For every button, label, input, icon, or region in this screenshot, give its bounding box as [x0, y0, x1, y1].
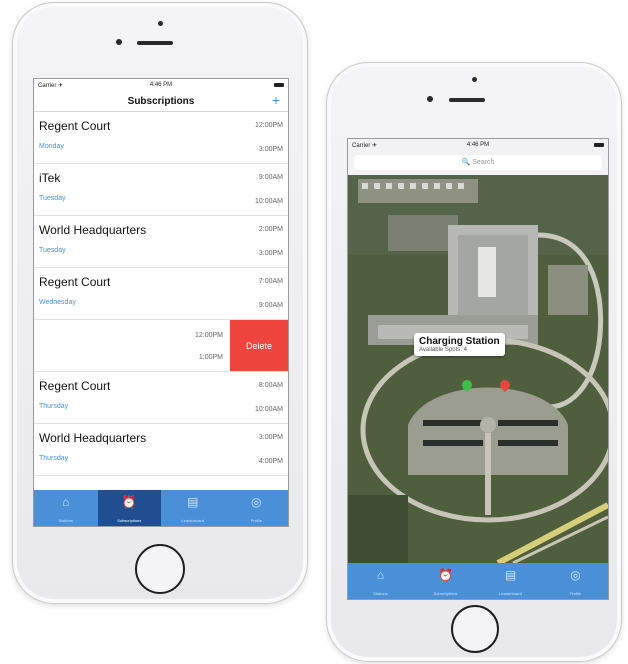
tab-leaderboard[interactable]: ▤ Leaderboard [161, 490, 225, 526]
status-time: 4:46 PM [466, 142, 490, 148]
row-title: World Headquarters [39, 223, 147, 237]
tab-label: Leaderboard [181, 518, 205, 523]
front-camera [427, 96, 433, 102]
status-bar: Carrier ✈ 4:46 PM [348, 139, 608, 151]
earpiece-speaker [137, 41, 173, 45]
delete-button[interactable]: Delete [230, 320, 288, 371]
tab-label: Profile [569, 591, 582, 596]
row-title: Regent Court [39, 119, 111, 133]
charging-station-callout[interactable]: Charging Station Available Spots: 4 [414, 333, 505, 356]
tab-bar: ⌂ Stations ⏰ Subscriptions ▤ Leaderboard… [348, 563, 608, 599]
tab-subscriptions[interactable]: ⏰ Subscriptions [97, 490, 161, 526]
subscriptions-screen: Carrier ✈ 4:46 PM Subscriptions + Regent… [33, 78, 289, 527]
tab-profile[interactable]: ◎ Profile [543, 563, 608, 599]
row-start-time: 3:00PM [258, 434, 283, 441]
row-end-time: 1:00PM [198, 354, 223, 361]
status-time: 4:46 PM [149, 82, 173, 88]
tab-label: Stations [373, 591, 388, 596]
row-end-time: 9:00AM [258, 302, 283, 309]
row-title: World Headquarters [39, 431, 147, 445]
tab-leaderboard[interactable]: ▤ Leaderboard [478, 563, 543, 599]
table-row[interactable]: Regent Court Thursday 8:00AM 10:00AM [34, 372, 288, 424]
table-row[interactable]: World Headquarters Thursday 3:00PM 4:00P… [34, 424, 288, 476]
home-button[interactable] [135, 544, 185, 594]
row-start-time: 9:00AM [258, 174, 283, 181]
profile-icon: ◎ [570, 568, 581, 582]
row-title: Regent Court [39, 275, 111, 289]
row-day: Wednesday [39, 299, 76, 306]
callout-subtitle: Available Spots: 4 [419, 347, 467, 353]
row-title: iTek [39, 171, 61, 185]
row-start-time: 2:00PM [258, 226, 283, 233]
search-input[interactable]: 🔍 Search [354, 155, 602, 170]
row-end-time: 10:00AM [254, 406, 283, 413]
profile-icon: ◎ [251, 495, 262, 509]
alarm-clock-icon: ⏰ [438, 568, 453, 582]
status-bar: Carrier ✈ 4:46 PM [34, 79, 288, 91]
row-start-time: 12:00PM [194, 332, 223, 339]
row-day: Tuesday [39, 247, 66, 254]
callout-title: Charging Station [419, 336, 500, 347]
row-start-time: 12:00PM [254, 122, 283, 129]
proximity-sensor [158, 21, 163, 26]
page-title: Subscriptions [127, 96, 195, 107]
tab-label: Stations [58, 518, 73, 523]
tab-label: Subscriptions [117, 518, 142, 523]
tab-stations[interactable]: ⌂ Stations [348, 563, 413, 599]
map-screen: Carrier ✈ 4:46 PM 🔍 Search Charging Stat… [347, 138, 609, 600]
home-icon: ⌂ [62, 495, 70, 509]
earpiece-speaker [449, 98, 485, 102]
battery-icon [274, 83, 284, 87]
tab-label: Leaderboard [499, 591, 522, 596]
search-bar: 🔍 Search [348, 151, 608, 175]
tab-stations[interactable]: ⌂ Stations [34, 490, 98, 526]
satellite-map[interactable]: Charging Station Available Spots: 4 [348, 175, 608, 563]
table-row-swiped[interactable]: 12:00PM 1:00PM Delete [34, 320, 288, 372]
tab-label: Subscriptions [433, 591, 458, 596]
row-day: Tuesday [39, 195, 66, 202]
row-day: Thursday [39, 455, 69, 462]
row-day: Thursday [39, 403, 69, 410]
table-row[interactable]: Regent Court Monday 12:00PM 3:00PM [34, 112, 288, 164]
left-phone-frame: Carrier ✈ 4:46 PM Subscriptions + Regent… [12, 2, 308, 604]
list-icon: ▤ [187, 495, 199, 509]
row-end-time: 3:00PM [258, 250, 283, 257]
right-phone-frame: Carrier ✈ 4:46 PM 🔍 Search Charging Stat… [326, 62, 622, 662]
tab-label: Profile [250, 518, 262, 523]
row-start-time: 7:00AM [258, 278, 283, 285]
tab-subscriptions[interactable]: ⏰ Subscriptions [413, 563, 478, 599]
list-icon: ▤ [504, 568, 517, 582]
front-camera [116, 39, 122, 45]
navigation-bar: Subscriptions + [34, 91, 288, 112]
home-button[interactable] [451, 605, 499, 653]
table-row[interactable]: iTek Tuesday 9:00AM 10:00AM [34, 164, 288, 216]
table-row[interactable]: World Headquarters Tuesday 2:00PM 3:00PM [34, 216, 288, 268]
map-imagery [348, 175, 608, 563]
row-title: Regent Court [39, 379, 111, 393]
proximity-sensor [472, 77, 477, 82]
alarm-clock-icon: ⏰ [121, 495, 137, 509]
table-row[interactable]: Regent Court Wednesday 7:00AM 9:00AM [34, 268, 288, 320]
tab-bar: ⌂ Stations ⏰ Subscriptions ▤ Leaderboard… [34, 490, 288, 526]
tab-profile[interactable]: ◎ Profile [225, 490, 289, 526]
battery-icon [594, 143, 604, 147]
home-icon: ⌂ [376, 568, 385, 582]
row-end-time: 4:00PM [258, 458, 283, 465]
row-start-time: 8:00AM [258, 382, 283, 389]
row-day: Monday [39, 143, 64, 150]
row-end-time: 3:00PM [258, 146, 283, 153]
add-subscription-button[interactable]: + [272, 92, 280, 108]
row-end-time: 10:00AM [254, 198, 283, 205]
